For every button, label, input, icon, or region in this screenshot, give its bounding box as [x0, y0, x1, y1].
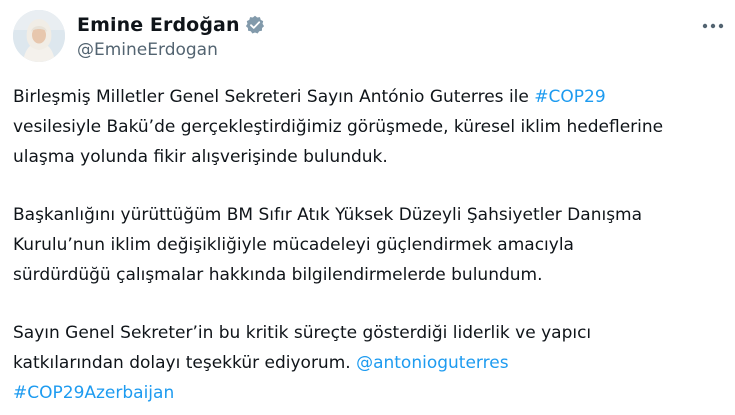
tweet-paragraph-3: Sayın Genel Sekreter’in bu kritik süreçt…	[13, 318, 725, 408]
text-line: ulaşma yolunda fikir alışverişinde bulun…	[13, 147, 388, 167]
text-line: Başkanlığını yürüttüğüm BM Sıfır Atık Yü…	[13, 205, 643, 225]
text-line: Kurulu’nun iklim değişikliğiyle mücadele…	[13, 235, 574, 255]
text-segment: katkılarından dolayı teşekkür ediyorum.	[13, 353, 357, 373]
text-line: katkılarından dolayı teşekkür ediyorum. …	[13, 348, 725, 378]
user-handle[interactable]: @EmineErdogan	[77, 40, 265, 60]
author-block: Emine Erdoğan @EmineErdogan	[77, 12, 265, 60]
tweet-paragraph-2: Başkanlığını yürüttüğüm BM Sıfır Atık Yü…	[13, 200, 725, 290]
more-options-icon[interactable]	[700, 16, 726, 36]
tweet-text: Birleşmiş Milletler Genel Sekreteri Sayı…	[13, 82, 725, 408]
tweet-card: Emine Erdoğan @EmineErdogan Birleşmiş Mi…	[0, 0, 735, 415]
mention-link[interactable]: @antonioguterres	[356, 353, 508, 373]
hashtag-link[interactable]: #COP29	[534, 87, 605, 107]
text-line: sürdürdüğü çalışmalar hakkında bilgilend…	[13, 265, 543, 285]
text-line: Birleşmiş Milletler Genel Sekreteri Sayı…	[13, 82, 725, 112]
display-name[interactable]: Emine Erdoğan	[77, 14, 240, 36]
name-row: Emine Erdoğan	[77, 12, 265, 38]
hashtag-link[interactable]: #COP29Azerbaijan	[13, 378, 725, 408]
text-segment: Birleşmiş Milletler Genel Sekreteri Sayı…	[13, 87, 535, 107]
text-line: Sayın Genel Sekreter’in bu kritik süreçt…	[13, 323, 592, 343]
verified-badge-icon[interactable]	[245, 15, 265, 35]
profile-avatar-image	[13, 10, 65, 62]
text-line: vesilesiyle Bakü’de gerçekleştirdiğimiz …	[13, 117, 664, 137]
avatar[interactable]	[13, 10, 65, 62]
tweet-paragraph-1: Birleşmiş Milletler Genel Sekreteri Sayı…	[13, 82, 725, 172]
